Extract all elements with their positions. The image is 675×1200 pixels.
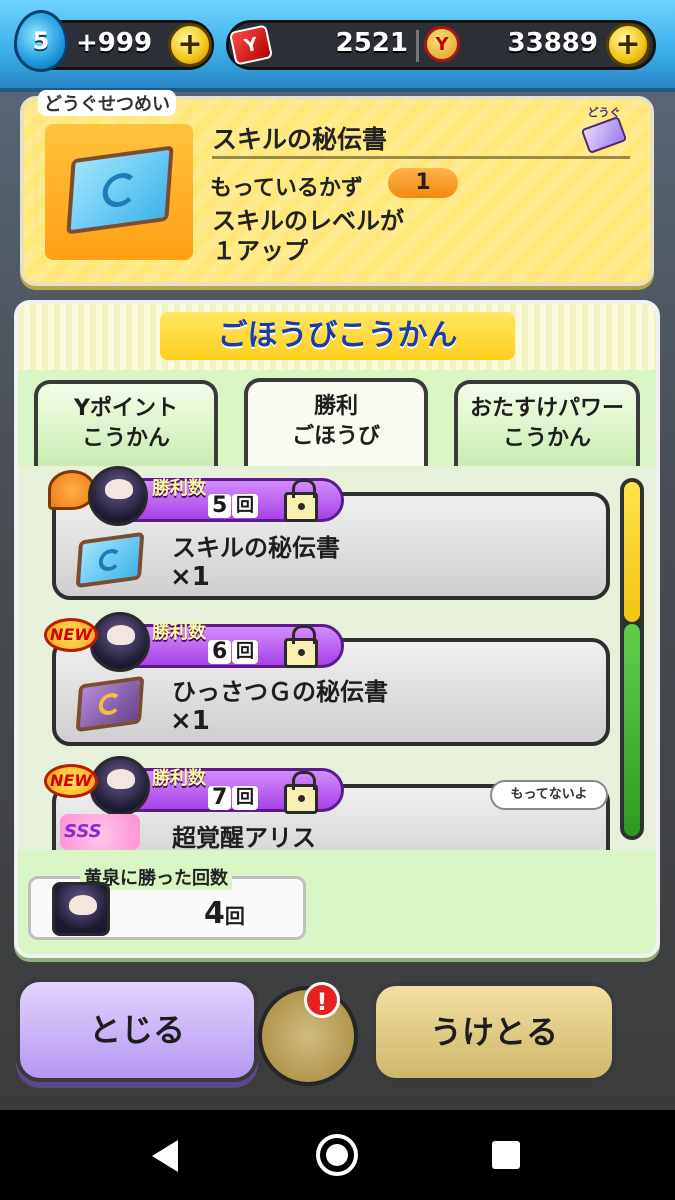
tab-label-line2: こうかん (81, 426, 170, 451)
currency-divider (416, 30, 419, 62)
win-count-unit: 回 (224, 904, 245, 928)
lock-icon (284, 625, 318, 668)
special-skill-book-icon (75, 675, 145, 733)
item-name-underline (212, 156, 630, 159)
reward-item-name: スキルの秘伝書 (172, 534, 340, 562)
owned-count-label: もっているかず (210, 176, 363, 201)
item-category-tag: どうぐ (580, 104, 628, 155)
level-value: 5 (32, 27, 50, 55)
tab-support-power-exchange[interactable]: おたすけパワー こうかん (454, 380, 640, 466)
wins-label: 勝利数 (152, 768, 206, 789)
reward-quantity: ×1 (170, 562, 210, 592)
close-button[interactable]: とじる (16, 978, 258, 1082)
new-badge: NEW (44, 618, 98, 652)
reward-quantity: ×1 (170, 706, 210, 736)
wins-count: 7 (208, 786, 232, 810)
receive-button[interactable]: うけとる (372, 982, 616, 1082)
tab-victory-rewards[interactable]: 勝利 ごほうび (244, 378, 428, 468)
not-owned-tooltip: もってないよ (490, 780, 608, 810)
item-description-label: どうぐせつめい (38, 90, 176, 116)
tab-label-line2: ごほうび (291, 424, 380, 449)
panel-title: ごほうびこうかん (160, 312, 515, 360)
tab-label-line1: 勝利 (313, 394, 358, 419)
new-badge: NEW (44, 764, 98, 798)
wins-unit: 回 (232, 494, 258, 518)
item-description: スキルのレベルが １アップ (212, 206, 452, 266)
reward-item-name: 超覚醒アリス (172, 824, 316, 852)
avatar (90, 756, 150, 816)
item-description-line2: １アップ (212, 237, 308, 265)
skill-book-icon (75, 531, 145, 589)
level-drop-icon: 5 (14, 10, 68, 72)
tab-ypoint-exchange[interactable]: Yポイント こうかん (34, 380, 218, 466)
wins-label: 勝利数 (152, 478, 206, 499)
back-icon[interactable] (152, 1140, 178, 1172)
wins-unit: 回 (232, 786, 258, 810)
tab-label-line2: こうかん (502, 426, 591, 451)
recent-apps-icon[interactable] (492, 1141, 520, 1169)
ycoin-icon: Y (424, 26, 460, 62)
wins-unit: 回 (232, 640, 258, 664)
add-currency-button[interactable]: + (606, 23, 650, 67)
avatar (52, 882, 110, 936)
item-name: スキルの秘伝書 (212, 125, 388, 154)
scrollbar-track-fill (624, 624, 640, 836)
lock-icon (284, 479, 318, 522)
stamina-value: +999 (76, 28, 153, 58)
item-description-line1: スキルのレベルが (212, 207, 404, 235)
owned-count-value: 1 (388, 168, 458, 198)
win-count-number: 4 (204, 896, 225, 931)
scrollbar-thumb[interactable] (624, 482, 640, 622)
home-icon[interactable] (316, 1134, 358, 1176)
rank-badge: SSS (60, 814, 140, 850)
ycoin-value: 33889 (507, 28, 598, 58)
wins-label: 勝利数 (152, 622, 206, 643)
ticket-icon (580, 115, 628, 155)
ymoney-value: 2521 (335, 28, 408, 58)
item-category-label: どうぐ (587, 106, 621, 119)
avatar (90, 612, 150, 672)
lock-icon (284, 771, 318, 814)
tab-label-line1: おたすけパワー (469, 396, 624, 421)
win-count-value: 4回 (204, 896, 245, 931)
tab-label-line1: Yポイント (74, 396, 178, 421)
alert-icon: ! (304, 982, 340, 1018)
avatar (88, 466, 148, 526)
add-stamina-button[interactable]: + (168, 23, 212, 67)
wins-count: 5 (208, 494, 232, 518)
skill-book-icon (66, 145, 174, 235)
wins-count: 6 (208, 640, 232, 664)
reward-item-name: ひっさつＧの秘伝書 (172, 678, 388, 706)
